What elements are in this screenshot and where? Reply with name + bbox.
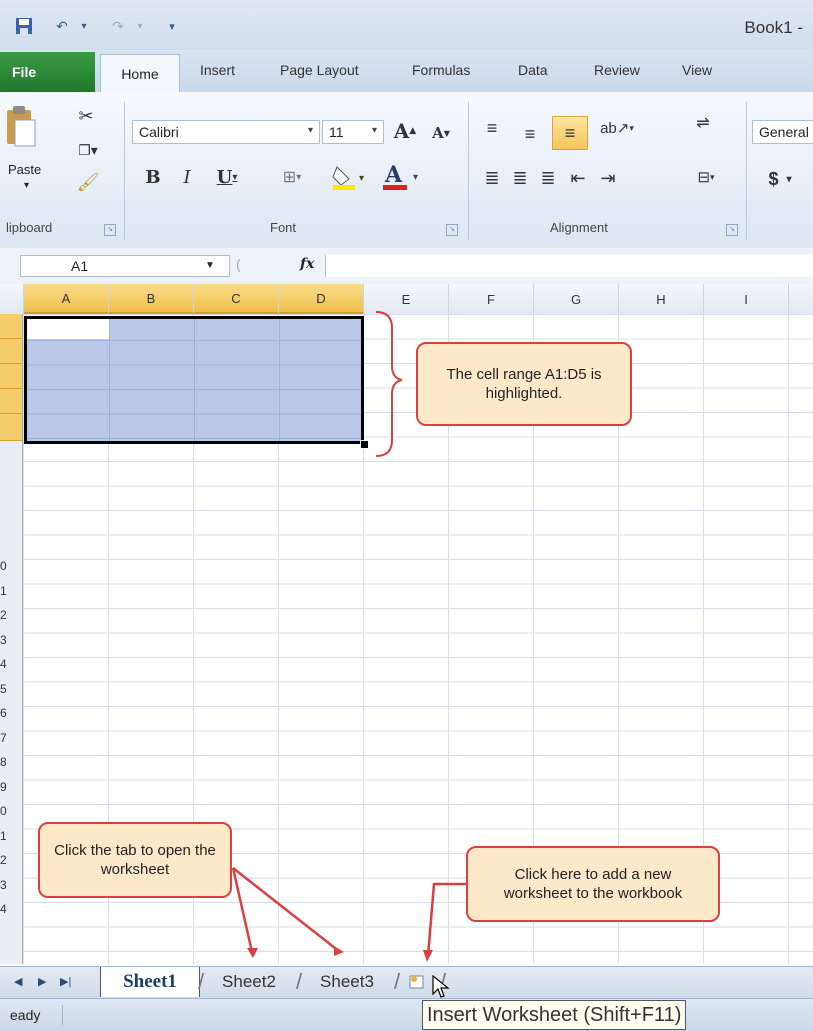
mouse-cursor-icon xyxy=(432,974,450,999)
callout-sheet-tab: Click the tab to open the worksheet xyxy=(38,822,232,898)
callout-range: The cell range A1:D5 is highlighted. xyxy=(416,342,632,426)
status-divider xyxy=(62,1005,63,1025)
tab-separator: / xyxy=(394,969,401,994)
status-bar: eady xyxy=(0,998,813,1031)
sheet-tab-sheet2[interactable]: Sheet2 xyxy=(204,967,294,997)
callout-insert-worksheet: Click here to add a new worksheet to the… xyxy=(466,846,720,922)
insert-worksheet-tooltip: Insert Worksheet (Shift+F11) xyxy=(422,1000,687,1030)
status-text: eady xyxy=(10,1007,41,1023)
tab-separator: / xyxy=(296,969,303,994)
sheet-tab-bar: ◀ ▶ ▶| Sheet1 Sheet2 Sheet3 / / / / xyxy=(0,966,813,999)
tab-separator: / xyxy=(198,969,205,994)
last-sheet-icon[interactable]: ▶| xyxy=(60,975,71,988)
first-sheet-icon[interactable]: ◀ xyxy=(14,975,22,988)
insert-worksheet-icon[interactable] xyxy=(408,973,428,991)
sheet-tab-sheet1[interactable]: Sheet1 xyxy=(100,967,200,997)
next-sheet-icon[interactable]: ▶ xyxy=(38,975,46,988)
sheet-tab-sheet3[interactable]: Sheet3 xyxy=(302,967,392,997)
